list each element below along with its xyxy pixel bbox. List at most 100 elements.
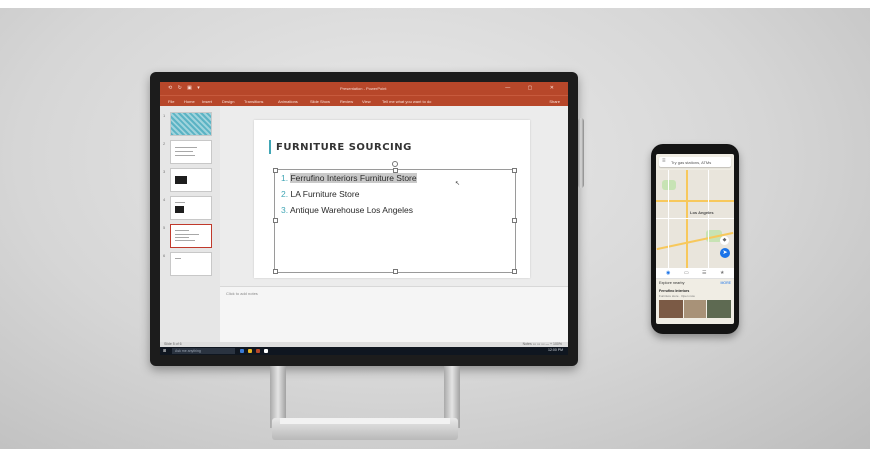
resize-handle[interactable] xyxy=(273,218,278,223)
place-card-subtitle: Furniture store · Open now xyxy=(659,294,695,298)
compass-icon[interactable]: ◆ xyxy=(720,236,729,245)
rotate-handle[interactable] xyxy=(392,161,398,167)
slide-counter: Slide 5 of 6 xyxy=(164,342,182,346)
thumb-number: 5 xyxy=(163,225,166,230)
list-item[interactable]: 3. Antique Warehouse Los Angeles xyxy=(281,205,413,215)
transit-tab-icon[interactable]: ☰ xyxy=(702,270,706,276)
tab-view[interactable]: View xyxy=(362,99,371,104)
slide-title[interactable]: FURNITURE SOURCING xyxy=(276,142,412,153)
tab-design[interactable]: Design xyxy=(222,99,234,104)
tab-file[interactable]: File xyxy=(168,99,174,104)
thumb-line xyxy=(175,147,197,148)
title-accent-bar xyxy=(269,140,271,154)
list-number: 2. xyxy=(281,189,289,199)
desktop-screen: ⟲ ↻ ▣ ▾ Presentation - PowerPoint — ▢ ✕ … xyxy=(160,82,568,355)
surface-studio-monitor: ⟲ ↻ ▣ ▾ Presentation - PowerPoint — ▢ ✕ … xyxy=(150,72,578,366)
slide-thumbnail-6[interactable]: 6 xyxy=(163,252,212,276)
list-item[interactable]: 2. LA Furniture Store xyxy=(281,189,359,199)
tab-review[interactable]: Review xyxy=(340,99,353,104)
tell-me-box[interactable]: Tell me what you want to do xyxy=(382,99,431,104)
list-item[interactable]: 1. Ferrufino Interiors Furniture Store xyxy=(281,173,417,183)
thumb-line xyxy=(175,237,189,238)
bullet-textbox[interactable]: 1. Ferrufino Interiors Furniture Store 2… xyxy=(273,161,517,274)
thumb-line xyxy=(175,155,195,156)
current-slide[interactable]: FURNITURE SOURCING 1. Ferrufino Interior… xyxy=(254,120,530,278)
list-number: 3. xyxy=(281,205,289,215)
slide-thumbnail-5[interactable]: 5 xyxy=(163,224,212,248)
resize-handle[interactable] xyxy=(512,168,517,173)
powerpoint-icon[interactable] xyxy=(256,349,260,353)
thumb-line xyxy=(175,234,199,235)
tab-home[interactable]: Home xyxy=(184,99,195,104)
share-button[interactable]: Share xyxy=(549,99,560,104)
explore-section-title: Explore nearby xyxy=(659,281,685,285)
windows-start-icon[interactable]: ⊞ xyxy=(163,349,167,353)
phone-screen: Los Angeles ◆ ➤ ≡ Try gas stations, ATMs… xyxy=(656,154,734,324)
windows-taskbar: ⊞ Ask me anything 12:00 PM xyxy=(160,347,568,355)
resize-handle[interactable] xyxy=(393,269,398,274)
place-card-title[interactable]: Ferrufino Interiors xyxy=(659,289,689,293)
map-freeway xyxy=(686,170,688,268)
menu-icon[interactable]: ≡ xyxy=(662,158,666,164)
slide-editor: FURNITURE SOURCING 1. Ferrufino Interior… xyxy=(220,106,568,343)
tab-insert[interactable]: Insert xyxy=(202,99,212,104)
thumb-number: 1 xyxy=(163,113,166,118)
taskbar-search-box[interactable]: Ask me anything xyxy=(172,348,235,354)
map-park xyxy=(662,180,676,190)
list-item-text[interactable]: Ferrufino Interiors Furniture Store xyxy=(290,173,417,183)
maps-bottom-tabs: ◉ ▭ ☰ ★ xyxy=(656,268,734,279)
more-link[interactable]: MORE xyxy=(721,281,732,285)
slide-thumbnail-1[interactable]: 1 xyxy=(163,112,212,136)
list-number: 1. xyxy=(281,173,289,183)
tab-transitions[interactable]: Transitions xyxy=(244,99,263,104)
place-photos[interactable] xyxy=(659,300,731,318)
resize-handle[interactable] xyxy=(512,269,517,274)
stand-base-highlight xyxy=(280,418,450,424)
thumb-number: 2 xyxy=(163,141,166,146)
maps-search-placeholder[interactable]: Try gas stations, ATMs xyxy=(671,160,711,165)
notes-placeholder[interactable]: Click to add notes xyxy=(226,291,258,296)
map-city-label: Los Angeles xyxy=(690,210,714,215)
thumb-line xyxy=(175,230,189,231)
thumb-line xyxy=(175,258,181,259)
thumb-image xyxy=(175,176,187,184)
driving-tab-icon[interactable]: ▭ xyxy=(684,270,689,276)
powerpoint-titlebar: ⟲ ↻ ▣ ▾ Presentation - PowerPoint — ▢ ✕ xyxy=(160,82,568,95)
notes-pane[interactable]: Click to add notes xyxy=(220,286,568,343)
thumb-number: 6 xyxy=(163,253,166,258)
tab-slide-show[interactable]: Slide Show xyxy=(310,99,330,104)
map-street xyxy=(708,170,709,268)
store-icon[interactable] xyxy=(264,349,268,353)
slide-thumbnail-2[interactable]: 2 xyxy=(163,140,212,164)
slide-thumbnail-4[interactable]: 4 xyxy=(163,196,212,220)
view-zoom-controls[interactable]: Notes ▭ ▭ ▭ — + 100% xyxy=(523,342,562,346)
explore-tab-icon[interactable]: ◉ xyxy=(666,270,670,276)
android-phone: Los Angeles ◆ ➤ ≡ Try gas stations, ATMs… xyxy=(651,144,739,334)
map-street xyxy=(668,170,669,268)
window-controls[interactable]: — ▢ ✕ xyxy=(505,85,562,91)
window-title: Presentation - PowerPoint xyxy=(340,86,387,91)
folder-icon[interactable] xyxy=(248,349,252,353)
list-item-text[interactable]: Antique Warehouse Los Angeles xyxy=(290,205,413,215)
edge-icon[interactable] xyxy=(240,349,244,353)
thumb-line xyxy=(175,240,195,241)
list-item-text[interactable]: LA Furniture Store xyxy=(290,189,359,199)
thumb-number: 4 xyxy=(163,197,166,202)
resize-handle[interactable] xyxy=(273,269,278,274)
thumb-line xyxy=(175,202,185,203)
tab-animations[interactable]: Animations xyxy=(278,99,298,104)
slide-thumbnail-pane: 1 2 3 4 5 6 xyxy=(160,106,221,342)
place-photo[interactable] xyxy=(684,300,706,318)
frame-top-border xyxy=(0,0,870,8)
mouse-cursor-icon: ↖ xyxy=(455,181,461,187)
place-photo[interactable] xyxy=(707,300,731,318)
quick-access-toolbar[interactable]: ⟲ ↻ ▣ ▾ xyxy=(168,85,202,91)
resize-handle[interactable] xyxy=(273,168,278,173)
saved-tab-icon[interactable]: ★ xyxy=(720,270,724,276)
maps-search-bar[interactable]: ≡ Try gas stations, ATMs xyxy=(659,157,731,167)
resize-handle[interactable] xyxy=(512,218,517,223)
slide-thumbnail-3[interactable]: 3 xyxy=(163,168,212,192)
map-view[interactable]: Los Angeles ◆ ➤ xyxy=(656,170,734,268)
place-photo[interactable] xyxy=(659,300,683,318)
my-location-button[interactable]: ➤ xyxy=(720,248,730,258)
